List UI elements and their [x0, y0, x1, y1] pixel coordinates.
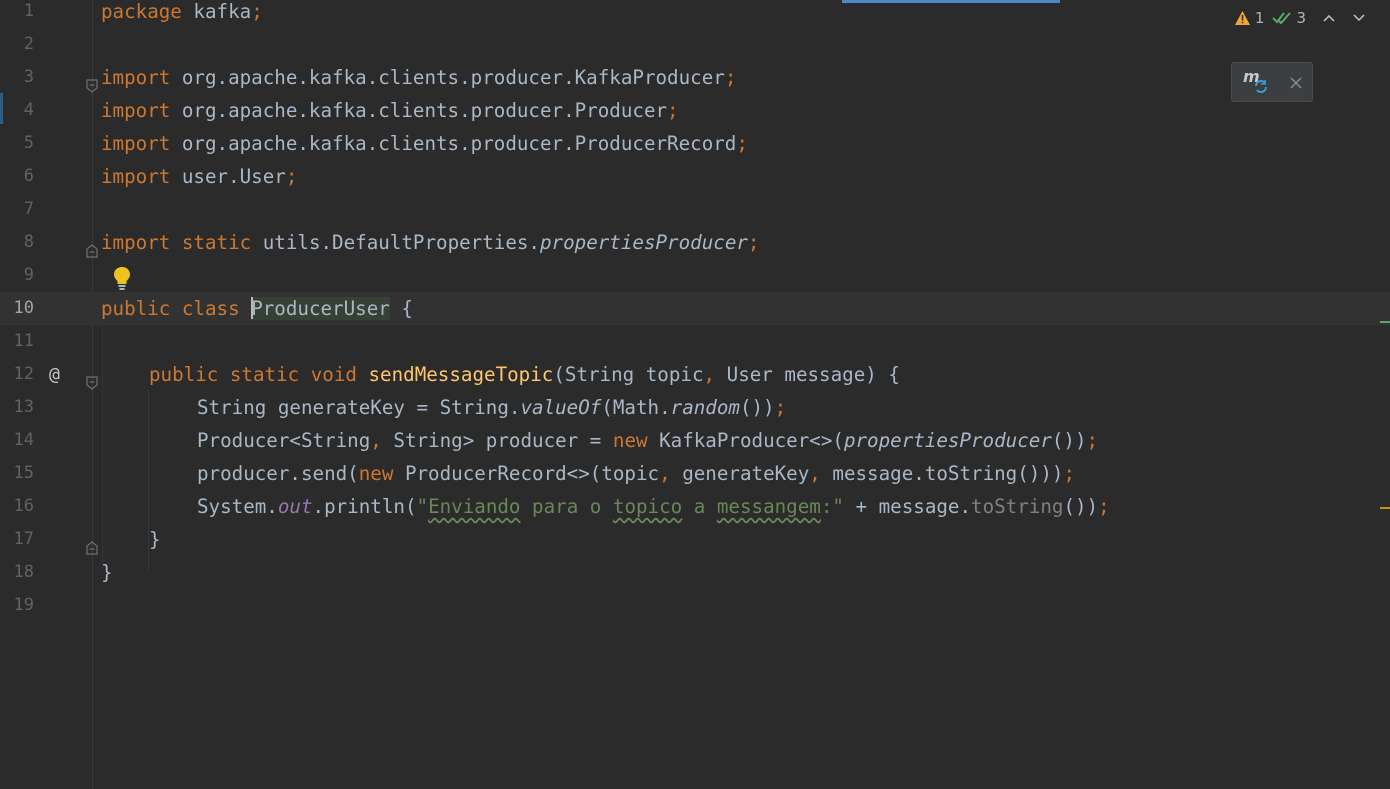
- inspection-widget[interactable]: 1 3: [1234, 9, 1366, 27]
- line-number: 11: [13, 331, 34, 351]
- line-number: 18: [13, 562, 34, 582]
- line-number: 6: [23, 166, 34, 186]
- line-number: 10: [13, 298, 34, 318]
- code-line[interactable]: 2: [0, 28, 1390, 61]
- code-line[interactable]: 12 @ public static void sendMessageTopic…: [0, 358, 1390, 391]
- code-line[interactable]: 3 import org.apache.kafka.clients.produc…: [0, 61, 1390, 94]
- code-line[interactable]: 14 Producer<String, String> producer = n…: [0, 424, 1390, 457]
- fold-close-icon[interactable]: [85, 235, 99, 258]
- warning-triangle-icon: [1234, 11, 1250, 25]
- code-line[interactable]: 15 producer.send(new ProducerRecord<>(to…: [0, 457, 1390, 490]
- line-code[interactable]: System.out.println("Enviando para o topi…: [197, 490, 1110, 523]
- code-line[interactable]: 5 import org.apache.kafka.clients.produc…: [0, 127, 1390, 160]
- typo-word[interactable]: messangem: [717, 495, 821, 518]
- warning-stripe-marker[interactable]: [1380, 507, 1390, 509]
- change-stripe-marker[interactable]: [1380, 321, 1390, 323]
- line-number: 3: [23, 67, 34, 87]
- code-line[interactable]: 18 }: [0, 556, 1390, 589]
- class-name-highlight[interactable]: ProducerUser: [251, 297, 390, 320]
- fold-open-icon[interactable]: [85, 367, 99, 390]
- line-number: 17: [13, 529, 34, 549]
- fold-open-icon[interactable]: [85, 70, 99, 93]
- typo-word[interactable]: Enviando: [428, 495, 520, 518]
- maven-reload-popup: m: [1231, 62, 1313, 102]
- lightbulb-icon[interactable]: [112, 265, 132, 291]
- code-line[interactable]: 9: [0, 259, 1390, 292]
- line-number: 4: [23, 100, 34, 120]
- line-code[interactable]: import org.apache.kafka.clients.producer…: [101, 94, 679, 127]
- code-line[interactable]: 6 import user.User;: [0, 160, 1390, 193]
- maven-reload-icon[interactable]: m: [1242, 67, 1270, 98]
- code-line[interactable]: 19: [0, 589, 1390, 622]
- code-line[interactable]: 1 package kafka;: [0, 0, 1390, 28]
- code-line[interactable]: 7: [0, 193, 1390, 226]
- line-number: 1: [23, 1, 34, 21]
- line-number: 8: [23, 232, 34, 252]
- annotation-marker[interactable]: @: [49, 358, 60, 391]
- line-number: 16: [13, 496, 34, 516]
- line-number: 7: [23, 199, 34, 219]
- code-line[interactable]: 8 import static utils.DefaultProperties.…: [0, 226, 1390, 259]
- line-number: 12: [13, 364, 34, 384]
- line-code[interactable]: String generateKey = String.valueOf(Math…: [197, 391, 786, 424]
- line-number: 19: [13, 595, 34, 615]
- line-code[interactable]: }: [149, 523, 161, 556]
- chevron-down-icon[interactable]: [1352, 9, 1366, 27]
- line-code[interactable]: }: [101, 556, 113, 589]
- fold-close-icon[interactable]: [85, 532, 99, 555]
- code-line[interactable]: 4 import org.apache.kafka.clients.produc…: [0, 94, 1390, 127]
- line-number: 9: [23, 265, 34, 285]
- line-number: 14: [13, 430, 34, 450]
- line-code[interactable]: producer.send(new ProducerRecord<>(topic…: [197, 457, 1075, 490]
- warnings-count[interactable]: 1: [1234, 9, 1264, 27]
- code-line[interactable]: 17 }: [0, 523, 1390, 556]
- line-number: 2: [23, 34, 34, 54]
- close-icon[interactable]: [1290, 71, 1302, 94]
- code-line-current[interactable]: 10 public class ProducerUser {: [0, 292, 1390, 325]
- chevron-up-icon[interactable]: [1322, 9, 1336, 27]
- line-code[interactable]: import static utils.DefaultProperties.pr…: [101, 226, 759, 259]
- line-code[interactable]: public static void sendMessageTopic(Stri…: [149, 358, 900, 391]
- code-editor[interactable]: 1 package kafka; 2 3 import org.apache.k…: [0, 0, 1390, 789]
- code-line[interactable]: 16 System.out.println("Enviando para o t…: [0, 490, 1390, 523]
- line-code[interactable]: package kafka;: [101, 0, 263, 28]
- line-code[interactable]: Producer<String, String> producer = new …: [197, 424, 1098, 457]
- ok-count[interactable]: 3: [1272, 9, 1306, 27]
- line-code[interactable]: import org.apache.kafka.clients.producer…: [101, 127, 748, 160]
- code-line[interactable]: 13 String generateKey = String.valueOf(M…: [0, 391, 1390, 424]
- line-code[interactable]: import org.apache.kafka.clients.producer…: [101, 61, 736, 94]
- line-number: 5: [23, 133, 34, 153]
- line-number: 13: [13, 397, 34, 417]
- double-check-icon: [1272, 12, 1292, 25]
- line-code[interactable]: import user.User;: [101, 160, 297, 193]
- typo-word[interactable]: topico: [613, 495, 682, 518]
- line-code[interactable]: public class ProducerUser {: [101, 292, 413, 325]
- code-line[interactable]: 11: [0, 325, 1390, 358]
- line-number: 15: [13, 463, 34, 483]
